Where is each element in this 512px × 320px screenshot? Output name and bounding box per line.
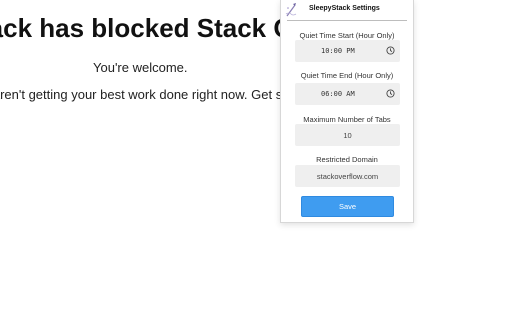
sleepy-stack-logo-icon: [285, 3, 297, 17]
quiet-end-value: 06:00 AM: [321, 90, 355, 98]
blocked-page-heading: tack has blocked Stack O: [0, 13, 294, 43]
header-divider: [287, 20, 407, 21]
settings-popup: SleepyStack Settings Quiet Time Start (H…: [280, 0, 414, 223]
quiet-start-label: Quiet Time Start (Hour Only): [299, 31, 395, 40]
quiet-end-input[interactable]: 06:00 AM: [295, 83, 400, 105]
motivation-text: u aren't getting your best work done rig…: [0, 87, 290, 102]
quiet-end-label: Quiet Time End (Hour Only): [300, 71, 394, 80]
clock-icon[interactable]: [386, 89, 395, 98]
domain-label: Restricted Domain: [316, 155, 378, 164]
domain-value: stackoverflow.com: [316, 172, 379, 181]
max-tabs-input[interactable]: 10: [295, 124, 400, 146]
quiet-start-input[interactable]: 10:00 PM: [295, 40, 400, 62]
welcome-text: You're welcome.: [93, 60, 188, 75]
save-button[interactable]: Save: [301, 196, 394, 217]
max-tabs-value: 10: [343, 131, 352, 140]
quiet-start-value: 10:00 PM: [321, 47, 355, 55]
domain-input[interactable]: stackoverflow.com: [295, 165, 400, 187]
popup-header: SleepyStack Settings: [281, 0, 413, 21]
clock-icon[interactable]: [386, 46, 395, 55]
popup-title: SleepyStack Settings: [309, 5, 380, 12]
max-tabs-label: Maximum Number of Tabs: [303, 115, 391, 124]
